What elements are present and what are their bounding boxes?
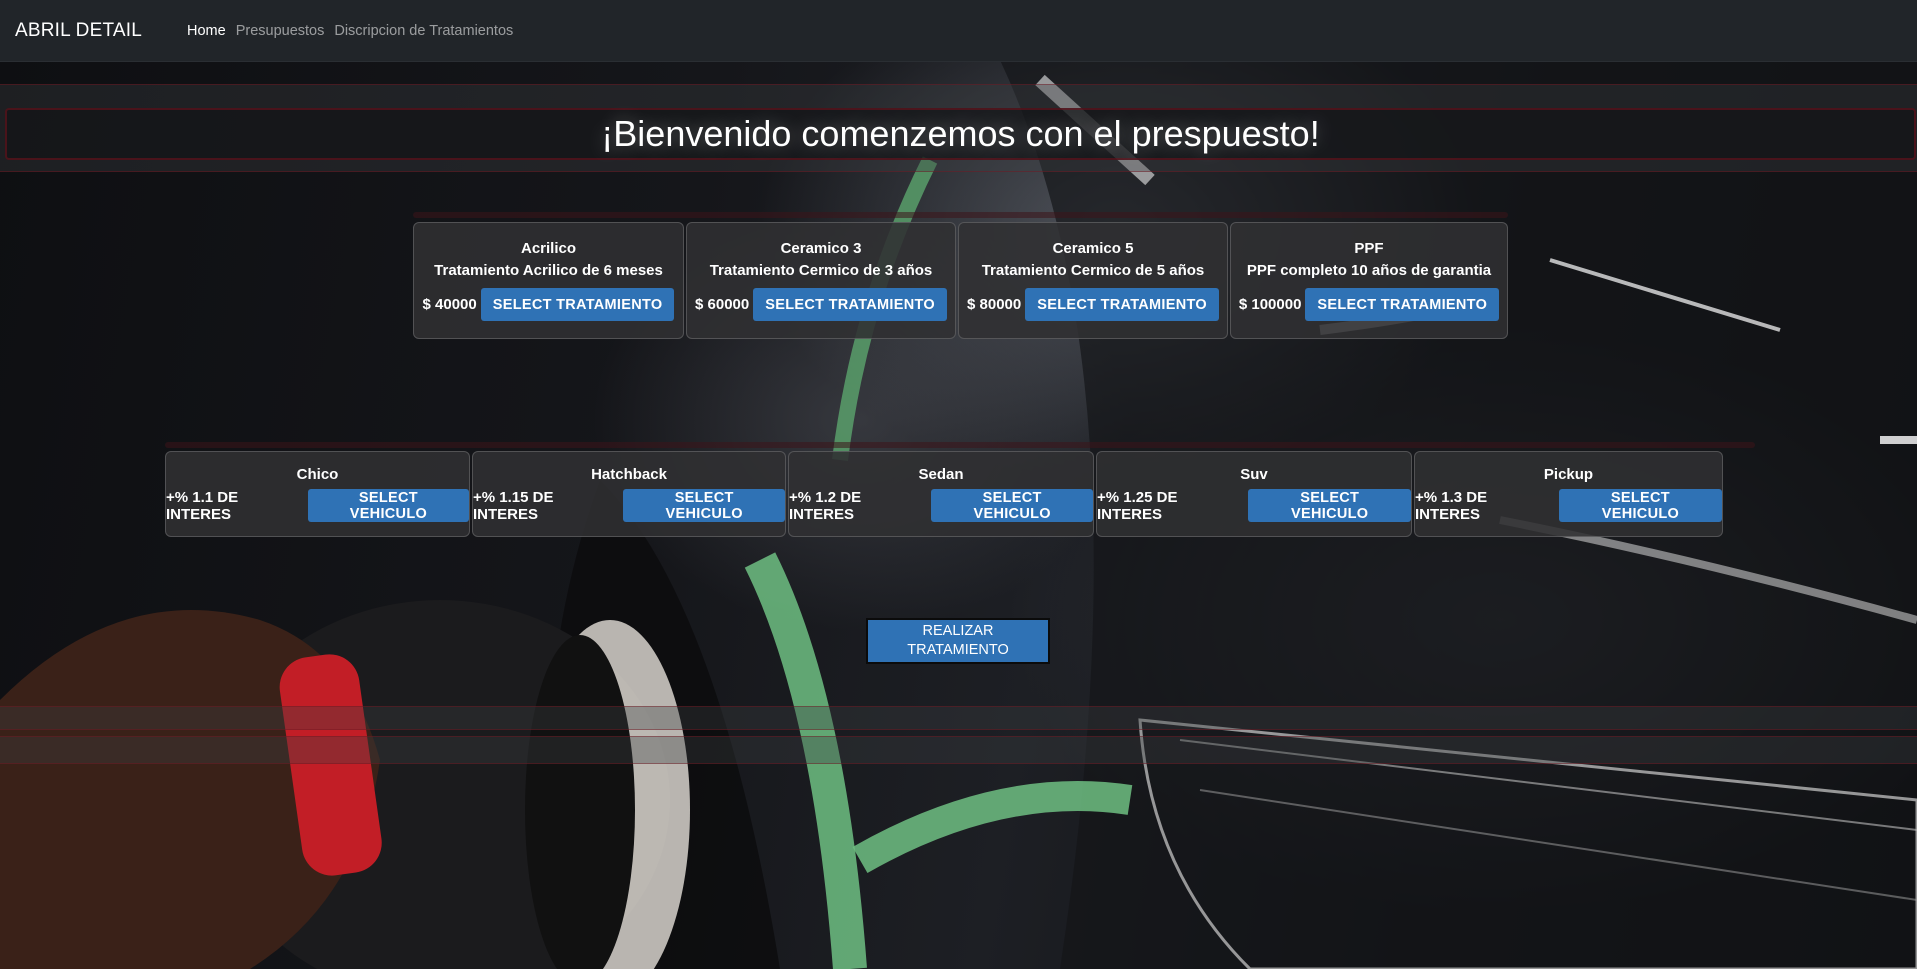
tratamiento-price: $ 40000: [422, 296, 477, 313]
select-vehiculo-button[interactable]: SELECT VEHICULO: [623, 489, 785, 522]
vehiculo-name: Pickup: [1543, 465, 1594, 483]
tratamiento-name: Ceramico 5: [1052, 240, 1134, 257]
tratamiento-card-ceramico-5: Ceramico 5 Tratamiento Cermico de 5 años…: [958, 222, 1228, 339]
vehiculo-name: Suv: [1240, 465, 1268, 483]
vehiculo-card-suv: Suv +% 1.25 DE INTERES SELECT VEHICULO: [1096, 451, 1412, 537]
tratamiento-card-acrilico: Acrilico Tratamiento Acrilico de 6 meses…: [413, 222, 684, 339]
tratamiento-name: Ceramico 3: [780, 240, 862, 257]
tratamiento-row: Acrilico Tratamiento Acrilico de 6 meses…: [413, 222, 1508, 339]
select-vehiculo-button[interactable]: SELECT VEHICULO: [307, 489, 469, 522]
page-title: ¡Bienvenido comenzemos con el prespuesto…: [601, 113, 1320, 154]
vehiculo-card-sedan: Sedan +% 1.2 DE INTERES SELECT VEHICULO: [788, 451, 1094, 537]
tratamiento-price: $ 80000: [967, 296, 1022, 313]
nav-descripcion-tratamientos[interactable]: Discripcion de Tratamientos: [334, 23, 513, 39]
tratamiento-desc: PPF completo 10 años de garantia: [1246, 262, 1492, 279]
nav-home[interactable]: Home: [187, 23, 226, 39]
select-tratamiento-button[interactable]: SELECT TRATAMIENTO: [1305, 288, 1500, 321]
realizar-label-line1: REALIZAR: [922, 623, 994, 639]
vehiculo-interest: +% 1.2 DE INTERES: [789, 488, 862, 523]
select-tratamiento-button[interactable]: SELECT TRATAMIENTO: [1025, 288, 1219, 321]
navbar: ABRIL DETAIL Home Presupuestos Discripci…: [0, 0, 1917, 62]
vehiculo-name: Hatchback: [591, 465, 667, 483]
vehiculo-interest: +% 1.25 DE INTERES: [1097, 488, 1178, 523]
vehiculo-name: Sedan: [918, 465, 964, 483]
tratamiento-name: Acrilico: [520, 240, 577, 257]
vehiculo-card-hatchback: Hatchback +% 1.15 DE INTERES SELECT VEHI…: [472, 451, 786, 537]
vehiculo-card-pickup: Pickup +% 1.3 DE INTERES SELECT VEHICULO: [1414, 451, 1723, 537]
realizar-tratamiento-button[interactable]: REALIZAR TRATAMIENTO: [866, 618, 1050, 664]
tratamiento-price: $ 100000: [1238, 296, 1302, 313]
select-vehiculo-button[interactable]: SELECT VEHICULO: [1558, 489, 1722, 522]
vehiculo-name: Chico: [296, 465, 339, 483]
footer-band: [0, 736, 1917, 764]
vehiculo-interest: +% 1.15 DE INTERES: [473, 488, 554, 523]
select-vehiculo-button[interactable]: SELECT VEHICULO: [931, 489, 1093, 522]
tratamiento-desc: Tratamiento Cermico de 3 años: [709, 262, 933, 279]
tratamiento-desc: Tratamiento Acrilico de 6 meses: [434, 262, 663, 279]
select-vehiculo-button[interactable]: SELECT VEHICULO: [1248, 489, 1411, 522]
divider: [165, 442, 1755, 448]
footer-band: [0, 706, 1917, 730]
nav-links: Home Presupuestos Discripcion de Tratami…: [187, 23, 513, 39]
tratamiento-card-ppf: PPF PPF completo 10 años de garantia $ 1…: [1230, 222, 1508, 339]
vehiculo-interest: +% 1.3 DE INTERES: [1415, 488, 1488, 523]
hero-box: ¡Bienvenido comenzemos con el prespuesto…: [5, 108, 1916, 160]
vehiculo-row: Chico +% 1.1 DE INTERES SELECT VEHICULO …: [165, 451, 1723, 537]
brand-logo[interactable]: ABRIL DETAIL: [15, 20, 142, 42]
tratamiento-desc: Tratamiento Cermico de 5 años: [981, 262, 1205, 279]
vehiculo-interest: +% 1.1 DE INTERES: [166, 488, 239, 523]
tratamiento-price: $ 60000: [695, 296, 750, 313]
vehiculo-card-chico: Chico +% 1.1 DE INTERES SELECT VEHICULO: [165, 451, 470, 537]
realizar-label-line2: TRATAMIENTO: [907, 642, 1009, 658]
tratamiento-name: PPF: [1354, 240, 1384, 257]
select-tratamiento-button[interactable]: SELECT TRATAMIENTO: [753, 288, 947, 321]
divider: [413, 212, 1508, 218]
select-tratamiento-button[interactable]: SELECT TRATAMIENTO: [480, 288, 675, 321]
nav-presupuestos[interactable]: Presupuestos: [236, 23, 325, 39]
tratamiento-card-ceramico-3: Ceramico 3 Tratamiento Cermico de 3 años…: [686, 222, 956, 339]
